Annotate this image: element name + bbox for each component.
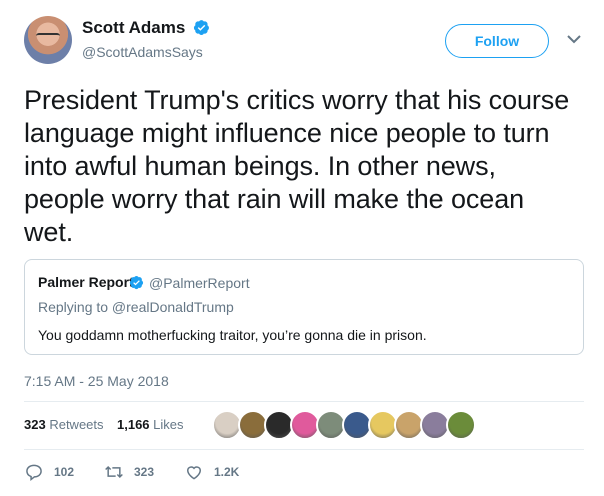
like-button[interactable]: 1.2K: [184, 460, 239, 484]
likes-stat[interactable]: 1,166 Likes: [117, 417, 184, 432]
quoted-replying-to: Replying to @realDonaldTrump: [38, 299, 234, 315]
tweet-text-line: language might influence nice people to …: [24, 118, 550, 148]
tweet-text-line: into awful human beings. In other news,: [24, 151, 496, 181]
quoted-text: You goddamn motherfucking traitor, you’r…: [38, 327, 427, 343]
author-screen-name[interactable]: @ScottAdamsSays: [82, 44, 203, 60]
tweet-text-line: people worry that rain will make the oce…: [24, 184, 525, 214]
verified-badge-icon: [129, 275, 144, 290]
quoted-display-name: Palmer Report: [38, 274, 134, 290]
likes-count: 1,166: [117, 417, 150, 432]
tweet-text-line: President Trump's critics worry that his…: [24, 85, 570, 115]
divider: [24, 401, 584, 402]
tweet-header: Scott Adams @ScottAdamsSays Follow: [0, 0, 604, 80]
liker-avatar[interactable]: [446, 410, 476, 440]
retweet-button[interactable]: 323: [104, 460, 154, 484]
reply-icon: [26, 464, 42, 482]
tweet-timestamp[interactable]: 7:15 AM - 25 May 2018: [24, 373, 169, 389]
retweet-count: 323: [134, 465, 155, 479]
retweets-stat[interactable]: 323 Retweets: [24, 417, 104, 432]
author-avatar[interactable]: [24, 16, 72, 64]
follow-button[interactable]: Follow: [445, 24, 549, 58]
reply-count: 102: [54, 465, 75, 479]
divider: [24, 449, 584, 450]
chevron-down-icon[interactable]: [567, 34, 581, 44]
quoted-tweet[interactable]: Palmer Report @PalmerReport Replying to …: [24, 259, 584, 355]
tweet-actions: 102 323 1.2K: [24, 460, 324, 484]
author-display-name[interactable]: Scott Adams: [82, 18, 185, 38]
verified-badge-icon: [193, 20, 209, 36]
engagement-stats: 323 Retweets 1,166 Likes: [24, 410, 584, 440]
quoted-screen-name: @PalmerReport: [149, 275, 250, 291]
retweet-icon: [105, 465, 123, 479]
tweet-text-line: wet.: [24, 217, 74, 247]
likes-label: Likes: [153, 417, 184, 432]
tweet-text: President Trump's critics worry that his…: [24, 84, 589, 249]
reply-button[interactable]: 102: [24, 460, 74, 484]
retweets-count: 323: [24, 417, 46, 432]
retweets-label: Retweets: [49, 417, 104, 432]
like-count: 1.2K: [214, 465, 240, 479]
heart-icon: [186, 466, 202, 480]
